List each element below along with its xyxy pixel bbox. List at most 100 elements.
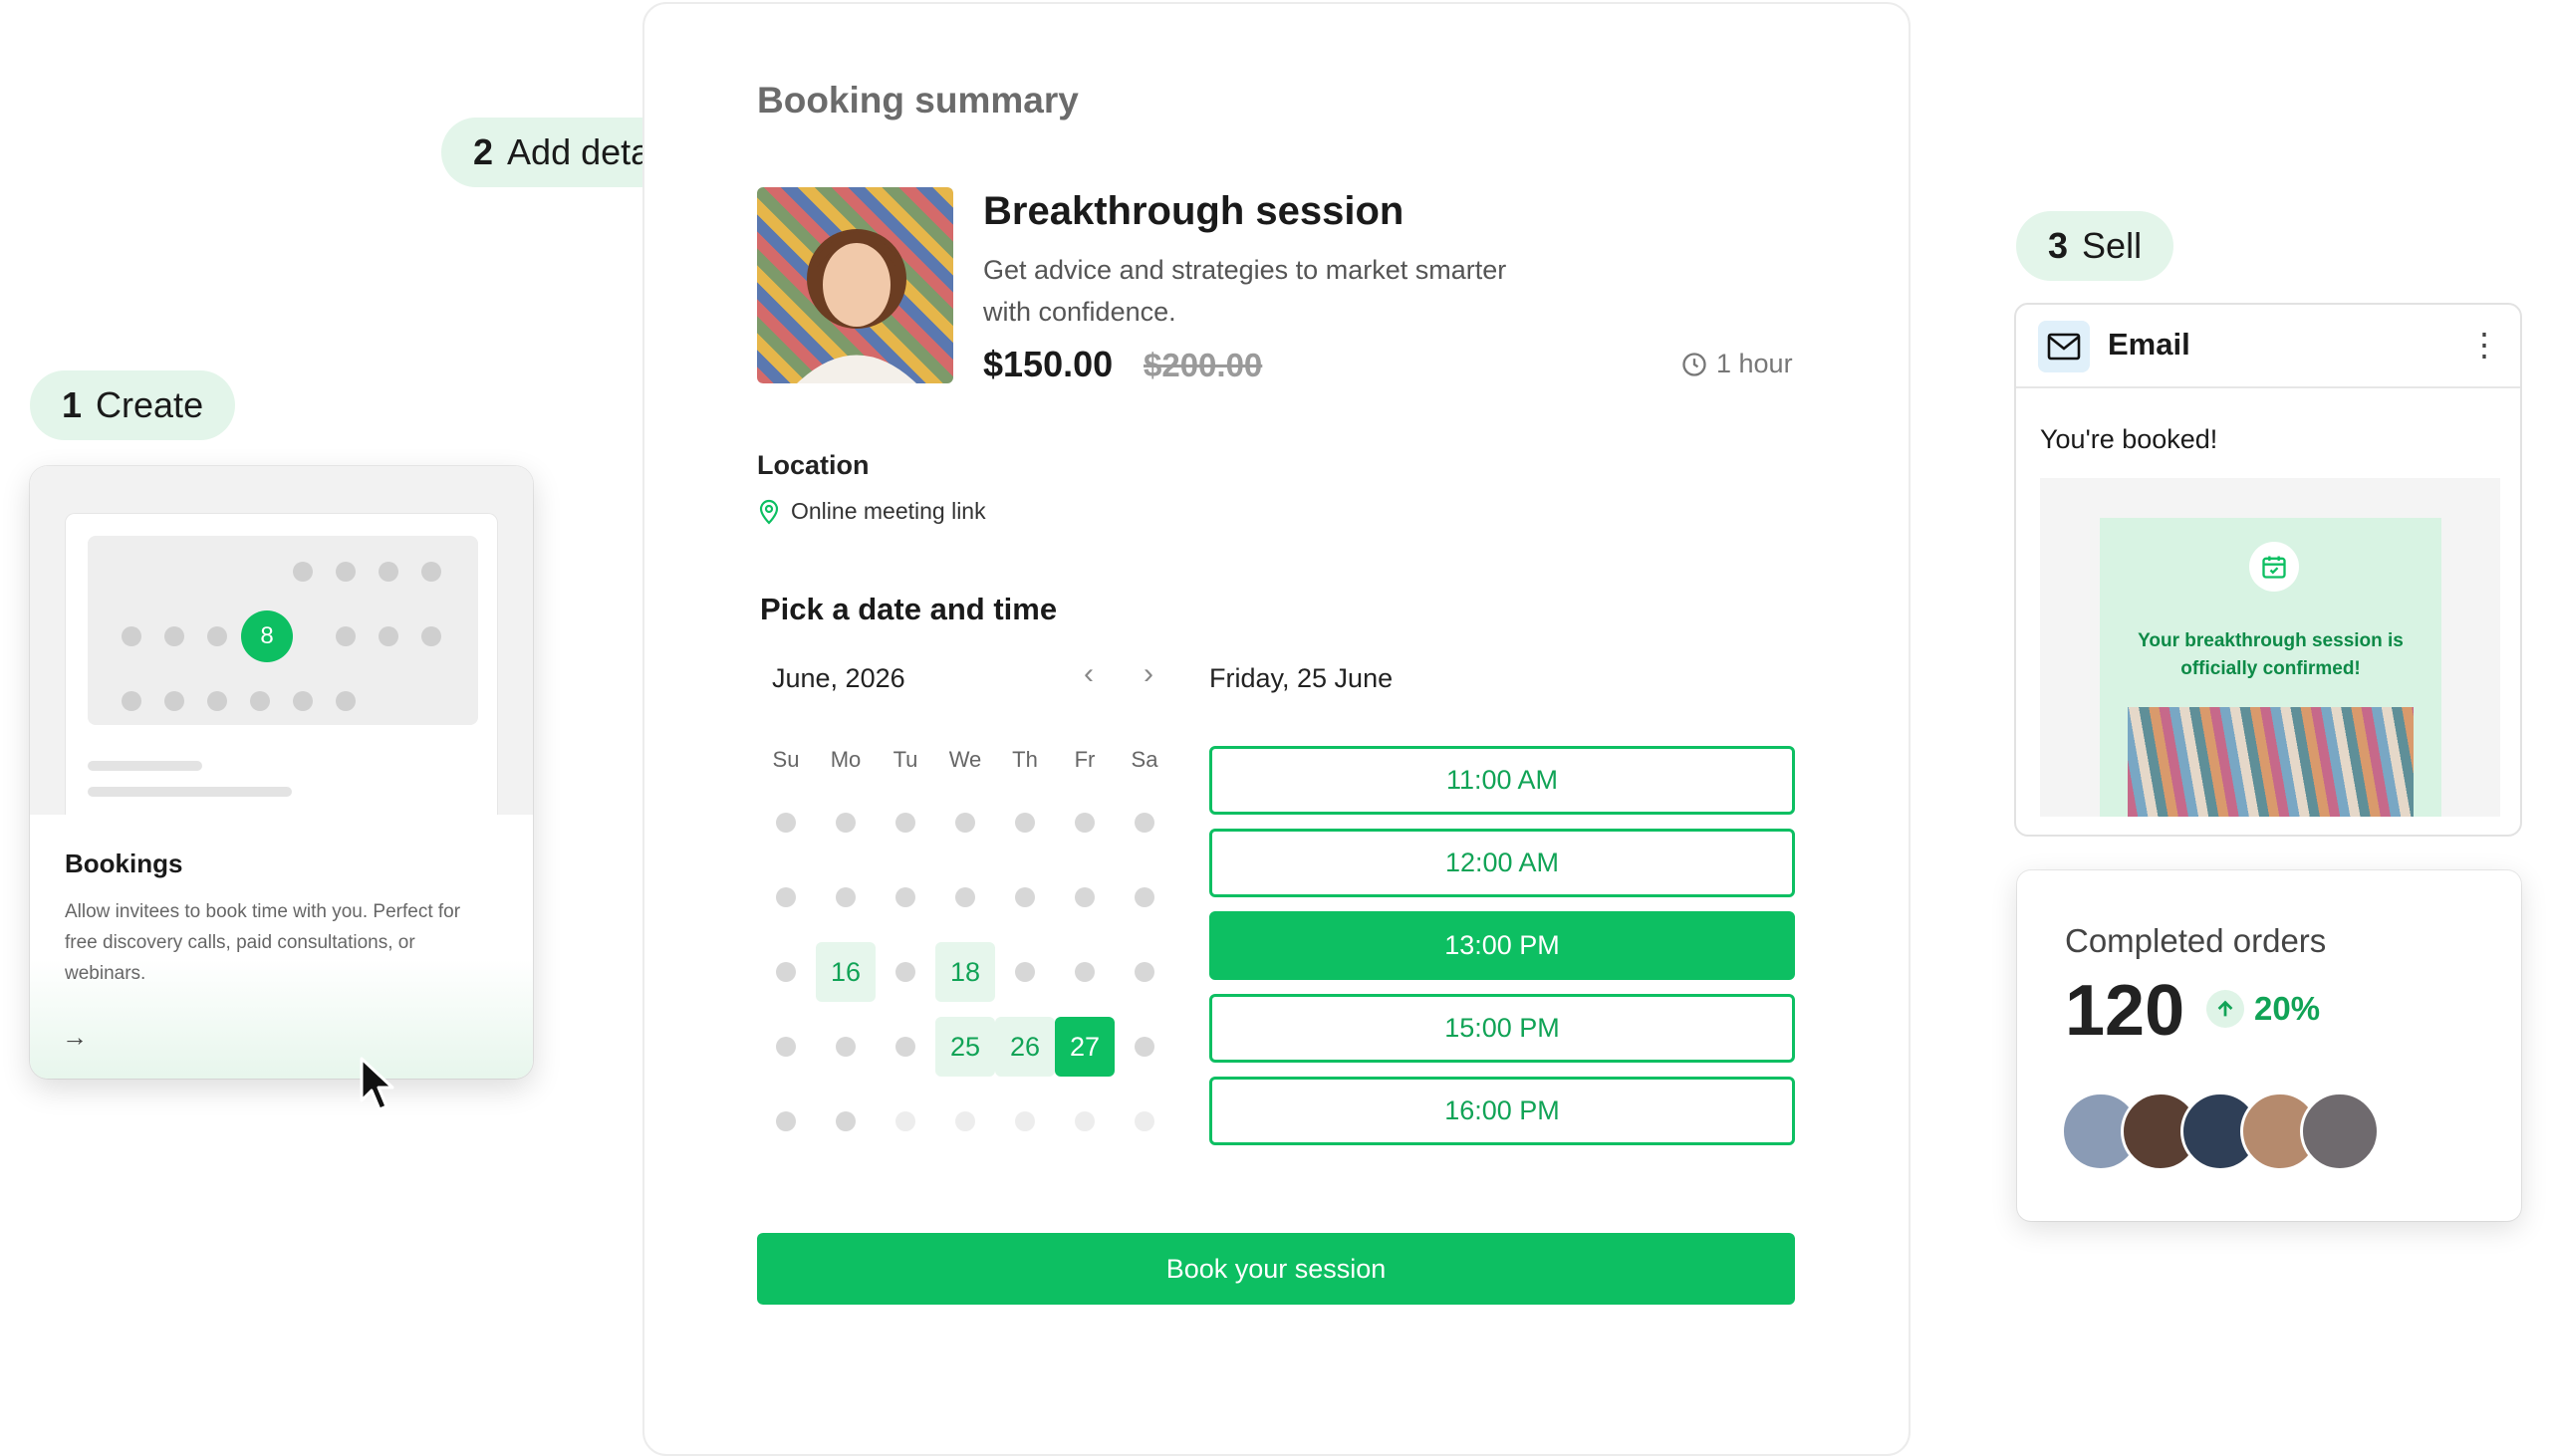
calendar-day-available[interactable]: 16 — [816, 942, 876, 1002]
arrow-right-icon[interactable]: → — [62, 1022, 88, 1053]
calendar-day-unavailable — [1075, 962, 1095, 982]
calendar-day-unavailable — [776, 1037, 796, 1057]
card-body: Bookings Allow invitees to book time wit… — [30, 815, 533, 1079]
email-subject: You're booked! — [2040, 424, 2218, 454]
calendar-day-available[interactable]: 18 — [935, 942, 995, 1002]
confirmation-message: Your breakthrough session is officially … — [2138, 630, 2404, 679]
calendar-day-unavailable — [895, 1037, 915, 1057]
weekday-label: Th — [1012, 747, 1038, 772]
calendar-day-selected[interactable]: 27 — [1055, 1017, 1115, 1077]
placeholder-line — [88, 787, 292, 797]
session-title: Breakthrough session — [983, 189, 1404, 233]
weekday-label: Tu — [892, 747, 918, 772]
weekday-label: We — [948, 747, 982, 772]
weekday-label: Mo — [830, 747, 862, 772]
calendar-day-unavailable — [776, 962, 796, 982]
calendar-day-unavailable — [1015, 962, 1035, 982]
calendar-day-unavailable — [1135, 887, 1154, 907]
calendar-day-available[interactable]: 25 — [935, 1017, 995, 1077]
mini-calendar-dot — [164, 691, 184, 711]
card-description: Allow invitees to book time with you. Pe… — [65, 901, 461, 984]
mini-calendar-dot — [421, 626, 441, 646]
session-description: Get advice and strategies to market smar… — [983, 255, 1507, 327]
cursor-icon — [360, 1057, 394, 1111]
host-photo — [757, 187, 953, 383]
next-month-button[interactable]: › — [1134, 657, 1163, 691]
mini-calendar-dot — [250, 691, 270, 711]
calendar-day-outside — [1135, 1111, 1154, 1131]
arrow-up-icon — [2206, 990, 2244, 1028]
calendar-day-unavailable — [955, 887, 975, 907]
mini-calendar-dot — [207, 691, 227, 711]
step-sell-pill: 3 Sell — [2016, 211, 2174, 281]
mini-calendar-grid: 8 — [88, 536, 478, 725]
time-slot-button[interactable]: 12:00 AM — [1209, 829, 1795, 897]
location-value: Online meeting link — [757, 498, 986, 525]
selected-date-label: Friday, 25 June — [1209, 663, 1394, 693]
step-number: 2 — [473, 131, 494, 172]
location-text: Online meeting link — [791, 498, 986, 524]
calendar-day-unavailable — [1075, 887, 1095, 907]
step-create-pill: 1 Create — [30, 370, 236, 440]
calendar-day-unavailable — [955, 813, 975, 833]
calendar-day-available[interactable]: 26 — [995, 1017, 1055, 1077]
more-options-icon[interactable]: ⋮ — [2468, 323, 2500, 366]
time-slot-button[interactable]: 16:00 PM — [1209, 1077, 1795, 1145]
original-price: $200.00 — [1144, 347, 1263, 383]
prev-month-button[interactable]: ‹ — [1074, 657, 1104, 691]
mini-calendar-preview: 8 — [65, 513, 498, 815]
calendar-day-unavailable — [895, 962, 915, 982]
card-preview-area: 8 — [30, 466, 533, 815]
calendar-day-unavailable — [836, 813, 856, 833]
calendar-day-unavailable — [836, 887, 856, 907]
step-number: 3 — [2048, 225, 2069, 266]
calendar-day-unavailable — [895, 813, 915, 833]
mini-calendar-dot — [379, 562, 398, 582]
orders-change-value: 20% — [2254, 990, 2321, 1027]
calendar-day-outside — [955, 1111, 975, 1131]
book-session-button[interactable]: Book your session — [757, 1233, 1795, 1305]
calendar-day-unavailable — [836, 1037, 856, 1057]
calendar-day-unavailable — [1135, 1037, 1154, 1057]
bookings-product-card[interactable]: 8 Bookings Allow invitees to book time w… — [30, 466, 533, 1079]
email-preview-image — [2128, 707, 2414, 817]
calendar-day-unavailable — [776, 813, 796, 833]
email-card-header: Email ⋮ — [2016, 305, 2520, 388]
weekday-label: Fr — [1074, 747, 1096, 772]
time-slot-button[interactable]: 15:00 PM — [1209, 994, 1795, 1063]
step-label: Create — [96, 384, 204, 425]
mini-calendar-dot — [122, 691, 141, 711]
calendar-day-outside — [1015, 1111, 1035, 1131]
mini-calendar-dot — [421, 562, 441, 582]
mini-calendar-dot — [379, 626, 398, 646]
time-slot-button[interactable]: 11:00 AM — [1209, 746, 1795, 815]
orders-label: Completed orders — [2065, 922, 2327, 959]
placeholder-line — [88, 761, 202, 771]
calendar-day-unavailable — [1135, 962, 1154, 982]
time-slot-button-selected[interactable]: 13:00 PM — [1209, 911, 1795, 980]
session-duration: 1 hour — [1680, 349, 1793, 379]
weekday-label: Sa — [1131, 747, 1158, 772]
step-label: Sell — [2082, 225, 2143, 266]
email-card-title: Email — [2108, 327, 2190, 362]
calendar-day-unavailable — [1015, 887, 1035, 907]
mini-calendar-dot — [336, 691, 356, 711]
calendar-day-unavailable — [776, 1111, 796, 1131]
weekday-label: Su — [772, 747, 800, 772]
session-price: $150.00 — [983, 344, 1114, 384]
orders-change: 20% — [2206, 990, 2320, 1028]
mini-calendar-dot — [336, 626, 356, 646]
duration-text: 1 hour — [1716, 349, 1793, 378]
page-title: Booking summary — [757, 80, 1079, 121]
step-number: 1 — [62, 384, 83, 425]
calendar-day-unavailable — [1135, 813, 1154, 833]
clock-icon — [1682, 352, 1706, 376]
calendar-day-unavailable — [895, 887, 915, 907]
location-label: Location — [757, 450, 870, 480]
date-time-heading: Pick a date and time — [760, 592, 1058, 626]
calendar-day-unavailable — [776, 887, 796, 907]
calendar-check-icon — [2249, 542, 2299, 592]
calendar-day-unavailable — [1075, 813, 1095, 833]
calendar-day-outside — [895, 1111, 915, 1131]
mini-calendar-dot — [293, 562, 313, 582]
